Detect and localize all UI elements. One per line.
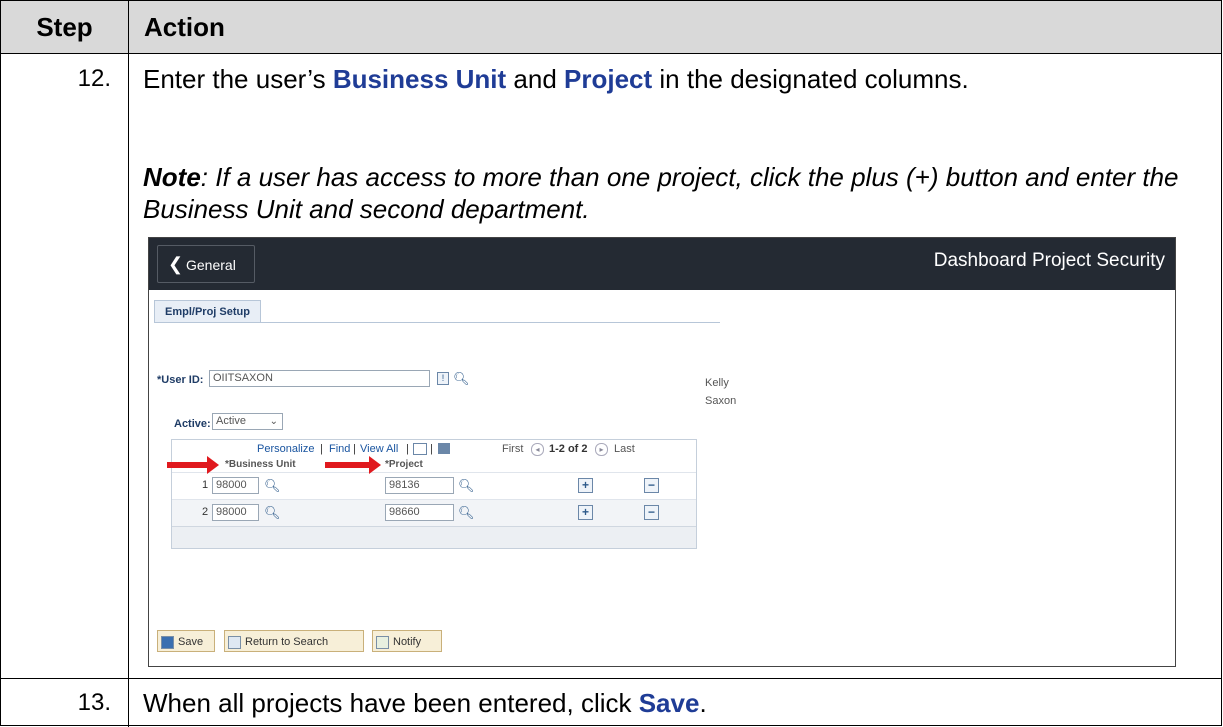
step-number-12: 12. xyxy=(77,65,111,92)
keyword-business-unit: Business Unit xyxy=(332,64,507,94)
project-search-icon[interactable]: 🔍︎ xyxy=(458,479,475,493)
grid-navigation: Personalize | Find | View All | | First … xyxy=(172,440,696,458)
delete-row-button[interactable]: − xyxy=(644,478,659,493)
save-icon xyxy=(161,635,174,649)
header-action: Action xyxy=(144,12,225,42)
tab-underline xyxy=(154,322,720,323)
business-unit-input[interactable]: 98000 xyxy=(212,504,259,521)
instruction-table: Step Action 12. Enter the user’s Busines… xyxy=(0,0,1222,727)
step-12-text-post: in the designated columns. xyxy=(652,64,969,94)
delete-row-button[interactable]: − xyxy=(644,505,659,520)
arrow-business-unit xyxy=(167,456,219,474)
chevron-left-icon: ❮ xyxy=(168,254,184,274)
nav-separator: | xyxy=(353,443,356,455)
nav-separator: | xyxy=(320,443,323,455)
add-row-button[interactable]: + xyxy=(578,478,593,493)
return-to-search-button[interactable]: Return to Search xyxy=(224,630,364,652)
active-label: Active: xyxy=(174,418,211,430)
page-title: Dashboard Project Security xyxy=(933,250,1165,271)
grid-column-headers: *Business Unit *Project xyxy=(172,458,696,472)
arrow-project xyxy=(325,456,381,474)
step-12-text-pre: Enter the user’s xyxy=(143,64,333,94)
prev-icon[interactable]: ◂ xyxy=(531,443,544,456)
user-id-input[interactable]: OIITSAXON xyxy=(209,370,430,387)
zoom-icon[interactable] xyxy=(413,443,427,455)
step-number-13: 13. xyxy=(77,689,111,716)
keyword-save: Save xyxy=(638,688,700,718)
column-header-project: *Project xyxy=(385,459,423,470)
project-search-icon[interactable]: 🔍︎ xyxy=(458,506,475,520)
view-all-link[interactable]: View All xyxy=(360,443,398,455)
back-button-label: General xyxy=(186,257,236,273)
step-13-text-post: . xyxy=(699,688,707,718)
project-grid: Personalize | Find | View All | | First … xyxy=(171,439,697,549)
return-button-label: Return to Search xyxy=(245,636,329,648)
header-step: Step xyxy=(36,12,93,42)
step-12-text-and: and xyxy=(506,64,565,94)
back-general-button[interactable]: ❮ General xyxy=(157,245,255,283)
active-select-value: Active xyxy=(216,415,246,427)
nav-separator: | xyxy=(430,443,433,455)
chevron-down-icon: ⌄ xyxy=(269,416,278,427)
business-unit-input[interactable]: 98000 xyxy=(212,477,259,494)
step-13-instruction: When all projects have been entered, cli… xyxy=(143,688,707,719)
active-select[interactable]: Active ⌄ xyxy=(212,413,283,430)
user-first-name: Kelly xyxy=(705,377,729,389)
keyword-project: Project xyxy=(564,64,653,94)
return-search-icon xyxy=(228,635,241,649)
page-header-bar: ❮ General Dashboard Project Security xyxy=(149,238,1175,290)
row-number: 1 xyxy=(202,479,209,491)
column-divider xyxy=(128,1,129,727)
peoplesoft-screenshot: ❮ General Dashboard Project Security Emp… xyxy=(148,237,1176,667)
step-12-instruction: Enter the user’s Business Unit and Proje… xyxy=(143,64,969,95)
table-header-row: Step Action xyxy=(1,1,1221,54)
notify-button[interactable]: Notify xyxy=(372,630,442,652)
last-link[interactable]: Last xyxy=(614,443,635,455)
notify-button-label: Notify xyxy=(393,636,422,648)
row-number: 2 xyxy=(202,506,209,518)
step-13-text-pre: When all projects have been entered, cli… xyxy=(143,688,639,718)
grid-footer xyxy=(172,526,696,548)
user-id-search-icon[interactable]: 🔍︎ xyxy=(453,372,470,386)
first-link[interactable]: First xyxy=(502,443,523,455)
note-label: Note xyxy=(143,162,201,192)
user-last-name: Saxon xyxy=(705,395,737,407)
project-input[interactable]: 98660 xyxy=(385,504,454,521)
column-header-business-unit: *Business Unit xyxy=(225,459,296,470)
personalize-link[interactable]: Personalize xyxy=(257,443,314,455)
lookup-prompt-icon[interactable]: ! xyxy=(437,372,449,385)
tab-empl-proj-setup[interactable]: Empl/Proj Setup xyxy=(154,300,261,323)
find-link[interactable]: Find xyxy=(329,443,350,455)
business-unit-search-icon[interactable]: 🔍︎ xyxy=(264,506,281,520)
next-icon[interactable]: ▸ xyxy=(595,443,608,456)
project-input[interactable]: 98136 xyxy=(385,477,454,494)
notify-icon xyxy=(376,635,389,649)
row-divider xyxy=(1,678,1221,679)
save-button[interactable]: Save xyxy=(157,630,215,652)
save-button-label: Save xyxy=(178,636,204,648)
nav-separator: | xyxy=(406,443,409,455)
download-icon[interactable] xyxy=(438,443,450,454)
table-row: 2 98000 🔍︎ 98660 🔍︎ + − xyxy=(172,499,696,526)
row-range: 1-2 of 2 xyxy=(549,443,588,455)
add-row-button[interactable]: + xyxy=(578,505,593,520)
business-unit-search-icon[interactable]: 🔍︎ xyxy=(264,479,281,493)
step-12-note: Note: If a user has access to more than … xyxy=(143,161,1203,225)
note-text: : If a user has access to more than one … xyxy=(143,162,1179,224)
table-row: 1 98000 🔍︎ 98136 🔍︎ + − xyxy=(172,472,696,499)
user-id-label: *User ID: xyxy=(157,374,204,386)
